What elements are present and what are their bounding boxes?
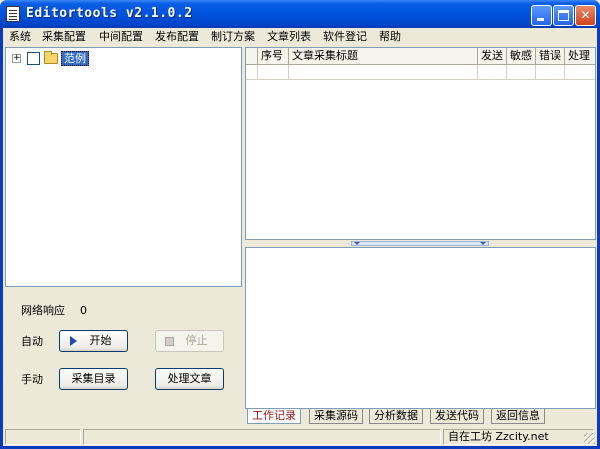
menu-collect-config[interactable]: 采集配置 (42, 30, 86, 44)
col-sent[interactable]: 发送 (478, 48, 507, 65)
start-button[interactable]: 开始 (59, 330, 128, 352)
play-icon (70, 336, 77, 346)
network-response-label: 网络响应 (21, 304, 65, 317)
start-button-label: 开始 (89, 334, 112, 347)
table-header: 序号 文章采集标题 发送 敏感 错误 处理 (246, 48, 595, 65)
row-selector-header (246, 48, 258, 65)
expand-icon[interactable]: + (12, 54, 21, 63)
app-icon (6, 6, 20, 22)
log-output[interactable] (245, 247, 596, 409)
stop-button-label: 停止 (185, 334, 208, 347)
tree-node-checkbox[interactable] (27, 52, 40, 65)
maximize-icon (558, 10, 569, 21)
menu-help[interactable]: 帮助 (379, 30, 401, 44)
col-index[interactable]: 序号 (258, 48, 289, 65)
status-cell (83, 429, 441, 445)
menu-publish-config[interactable]: 发布配置 (155, 30, 199, 44)
status-brand: 自在工坊 Zzcity.net (443, 429, 594, 445)
client-area: 系统 采集配置 中间配置 发布配置 制订方案 文章列表 软件登记 帮助 + 范例… (3, 28, 597, 446)
menu-system[interactable]: 系统 (9, 30, 31, 44)
collect-directory-button[interactable]: 采集目录 (59, 368, 128, 390)
menu-bar: 系统 采集配置 中间配置 发布配置 制订方案 文章列表 软件登记 帮助 (3, 28, 597, 46)
menu-software-register[interactable]: 软件登记 (323, 30, 367, 44)
stop-icon (165, 337, 174, 346)
table-row[interactable] (246, 65, 595, 80)
col-title[interactable]: 文章采集标题 (289, 48, 478, 65)
minimize-button[interactable] (531, 5, 552, 26)
minimize-icon (537, 18, 544, 21)
panel-splitter[interactable] (245, 240, 596, 247)
tree-node-label[interactable]: 范例 (61, 51, 89, 66)
splitter-grip[interactable] (351, 241, 489, 246)
article-table[interactable]: 序号 文章采集标题 发送 敏感 错误 处理 (245, 47, 596, 240)
resize-grip[interactable] (584, 433, 595, 444)
process-article-button[interactable]: 处理文章 (155, 368, 224, 390)
tab-collect-source[interactable]: 采集源码 (309, 409, 363, 424)
auto-label: 自动 (21, 335, 43, 348)
splitter-arrow-icon (480, 242, 486, 245)
col-sensitive[interactable]: 敏感 (507, 48, 536, 65)
splitter-arrow-icon (354, 242, 360, 245)
title-bar[interactable]: Editortools v2.1.0.2 ✕ (0, 0, 600, 28)
col-error[interactable]: 错误 (536, 48, 565, 65)
close-icon: ✕ (580, 8, 591, 22)
menu-article-list[interactable]: 文章列表 (267, 30, 311, 44)
tab-work-log[interactable]: 工作记录 (247, 409, 301, 424)
tab-send-code[interactable]: 发送代码 (430, 409, 484, 424)
tab-return-info[interactable]: 返回信息 (491, 409, 545, 424)
stop-button[interactable]: 停止 (155, 330, 224, 352)
window-title: Editortools v2.1.0.2 (26, 6, 193, 21)
status-bar: 自在工坊 Zzcity.net (3, 428, 597, 446)
maximize-button[interactable] (553, 5, 574, 26)
tab-analysis-data[interactable]: 分析数据 (369, 409, 423, 424)
scheme-tree[interactable]: + 范例 (5, 47, 242, 287)
app-window: Editortools v2.1.0.2 ✕ 系统 采集配置 中间配置 发布配置… (0, 0, 600, 449)
menu-middle-config[interactable]: 中间配置 (99, 30, 143, 44)
col-process[interactable]: 处理 (565, 48, 595, 65)
close-button[interactable]: ✕ (575, 5, 596, 26)
manual-label: 手动 (21, 373, 43, 386)
menu-make-plan[interactable]: 制订方案 (211, 30, 255, 44)
folder-icon (44, 51, 58, 64)
network-response-value: 0 (80, 304, 87, 317)
status-cell (5, 429, 81, 445)
output-tabs: 工作记录 采集源码 分析数据 发送代码 返回信息 (245, 409, 596, 425)
